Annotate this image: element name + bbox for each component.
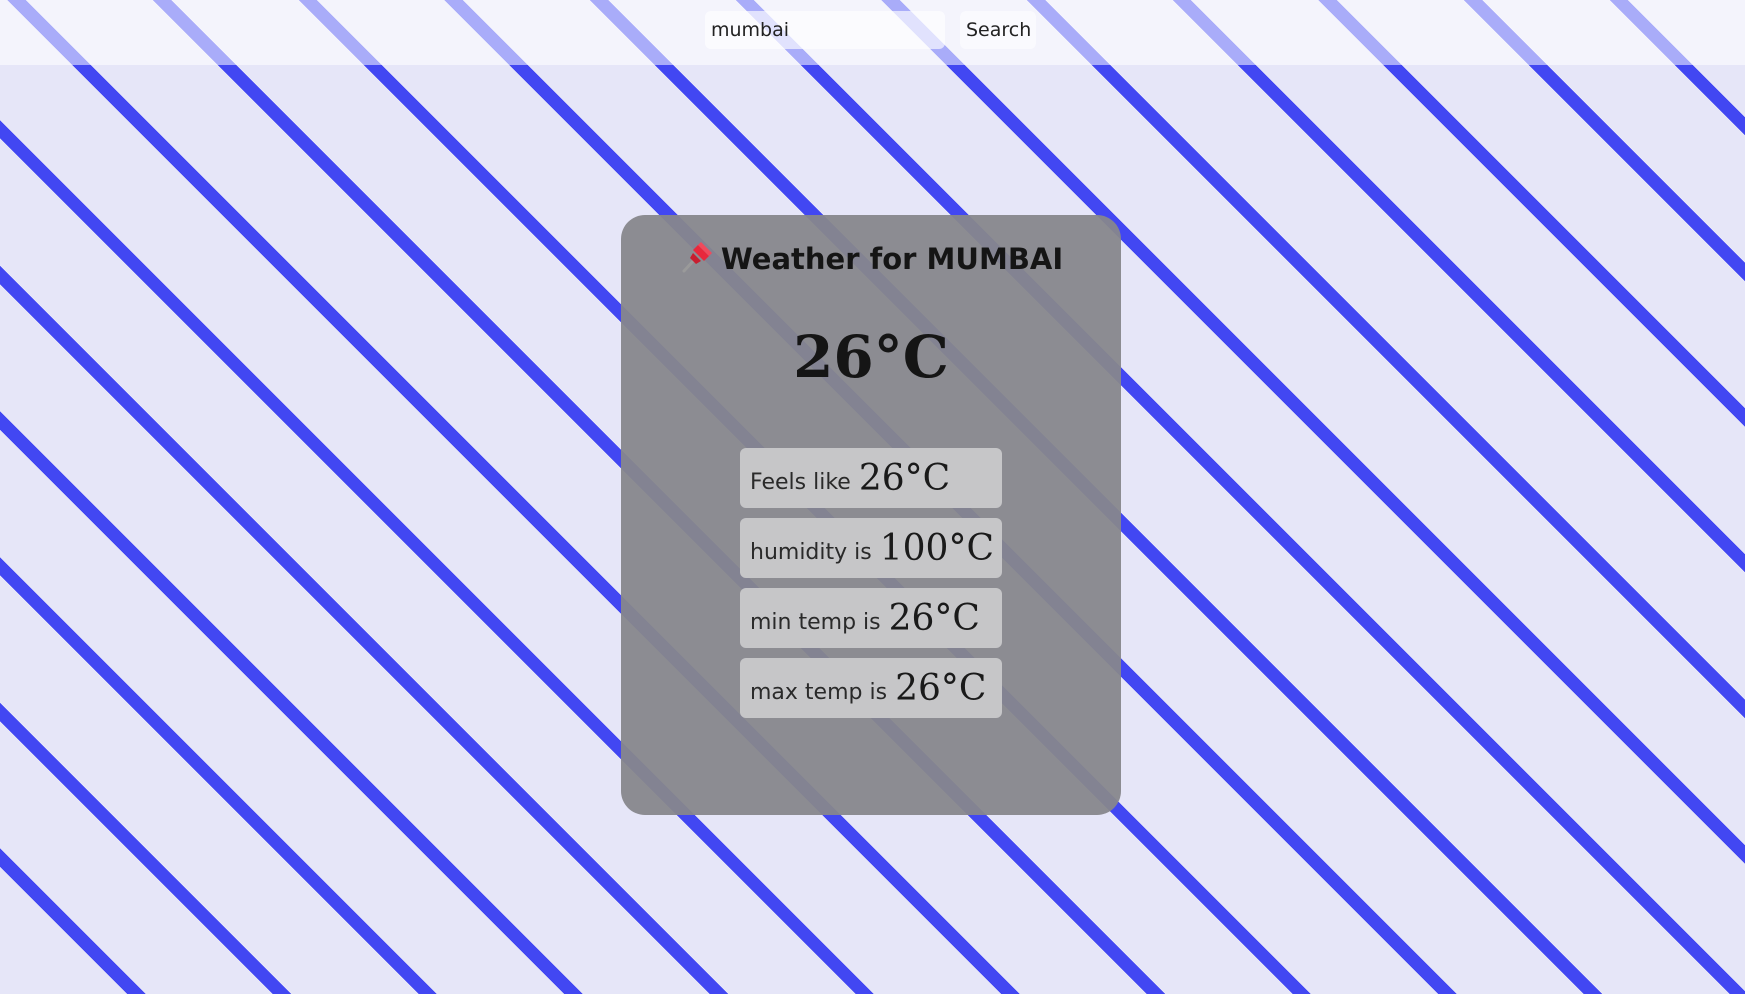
search-input[interactable] <box>705 11 945 49</box>
stat-max-temp: max temp is 26°C <box>740 658 1002 718</box>
pushpin-icon <box>682 242 712 273</box>
weather-title-text: Weather for MUMBAI <box>720 242 1064 276</box>
stat-min-temp: min temp is 26°C <box>740 588 1002 648</box>
weather-title: Weather for MUMBAI <box>621 239 1121 276</box>
stat-value: 26°C <box>895 667 987 709</box>
stat-label: Feels like <box>750 469 851 495</box>
stat-value: 26°C <box>888 597 980 639</box>
top-search-bar: Search <box>0 0 1745 65</box>
weather-card: Weather for MUMBAI 26°C Feels like 26°C … <box>621 215 1121 815</box>
stat-value: 26°C <box>858 457 951 499</box>
stat-label: humidity is <box>750 539 872 565</box>
stat-humidity: humidity is 100°C <box>740 518 1002 578</box>
stat-feels-like: Feels like 26°C <box>740 448 1002 508</box>
stat-label: max temp is <box>750 679 888 705</box>
stat-value: 100°C <box>879 527 994 569</box>
search-button[interactable]: Search <box>960 11 1036 49</box>
current-temperature: 26°C <box>793 323 949 391</box>
stat-label: min temp is <box>750 609 881 635</box>
